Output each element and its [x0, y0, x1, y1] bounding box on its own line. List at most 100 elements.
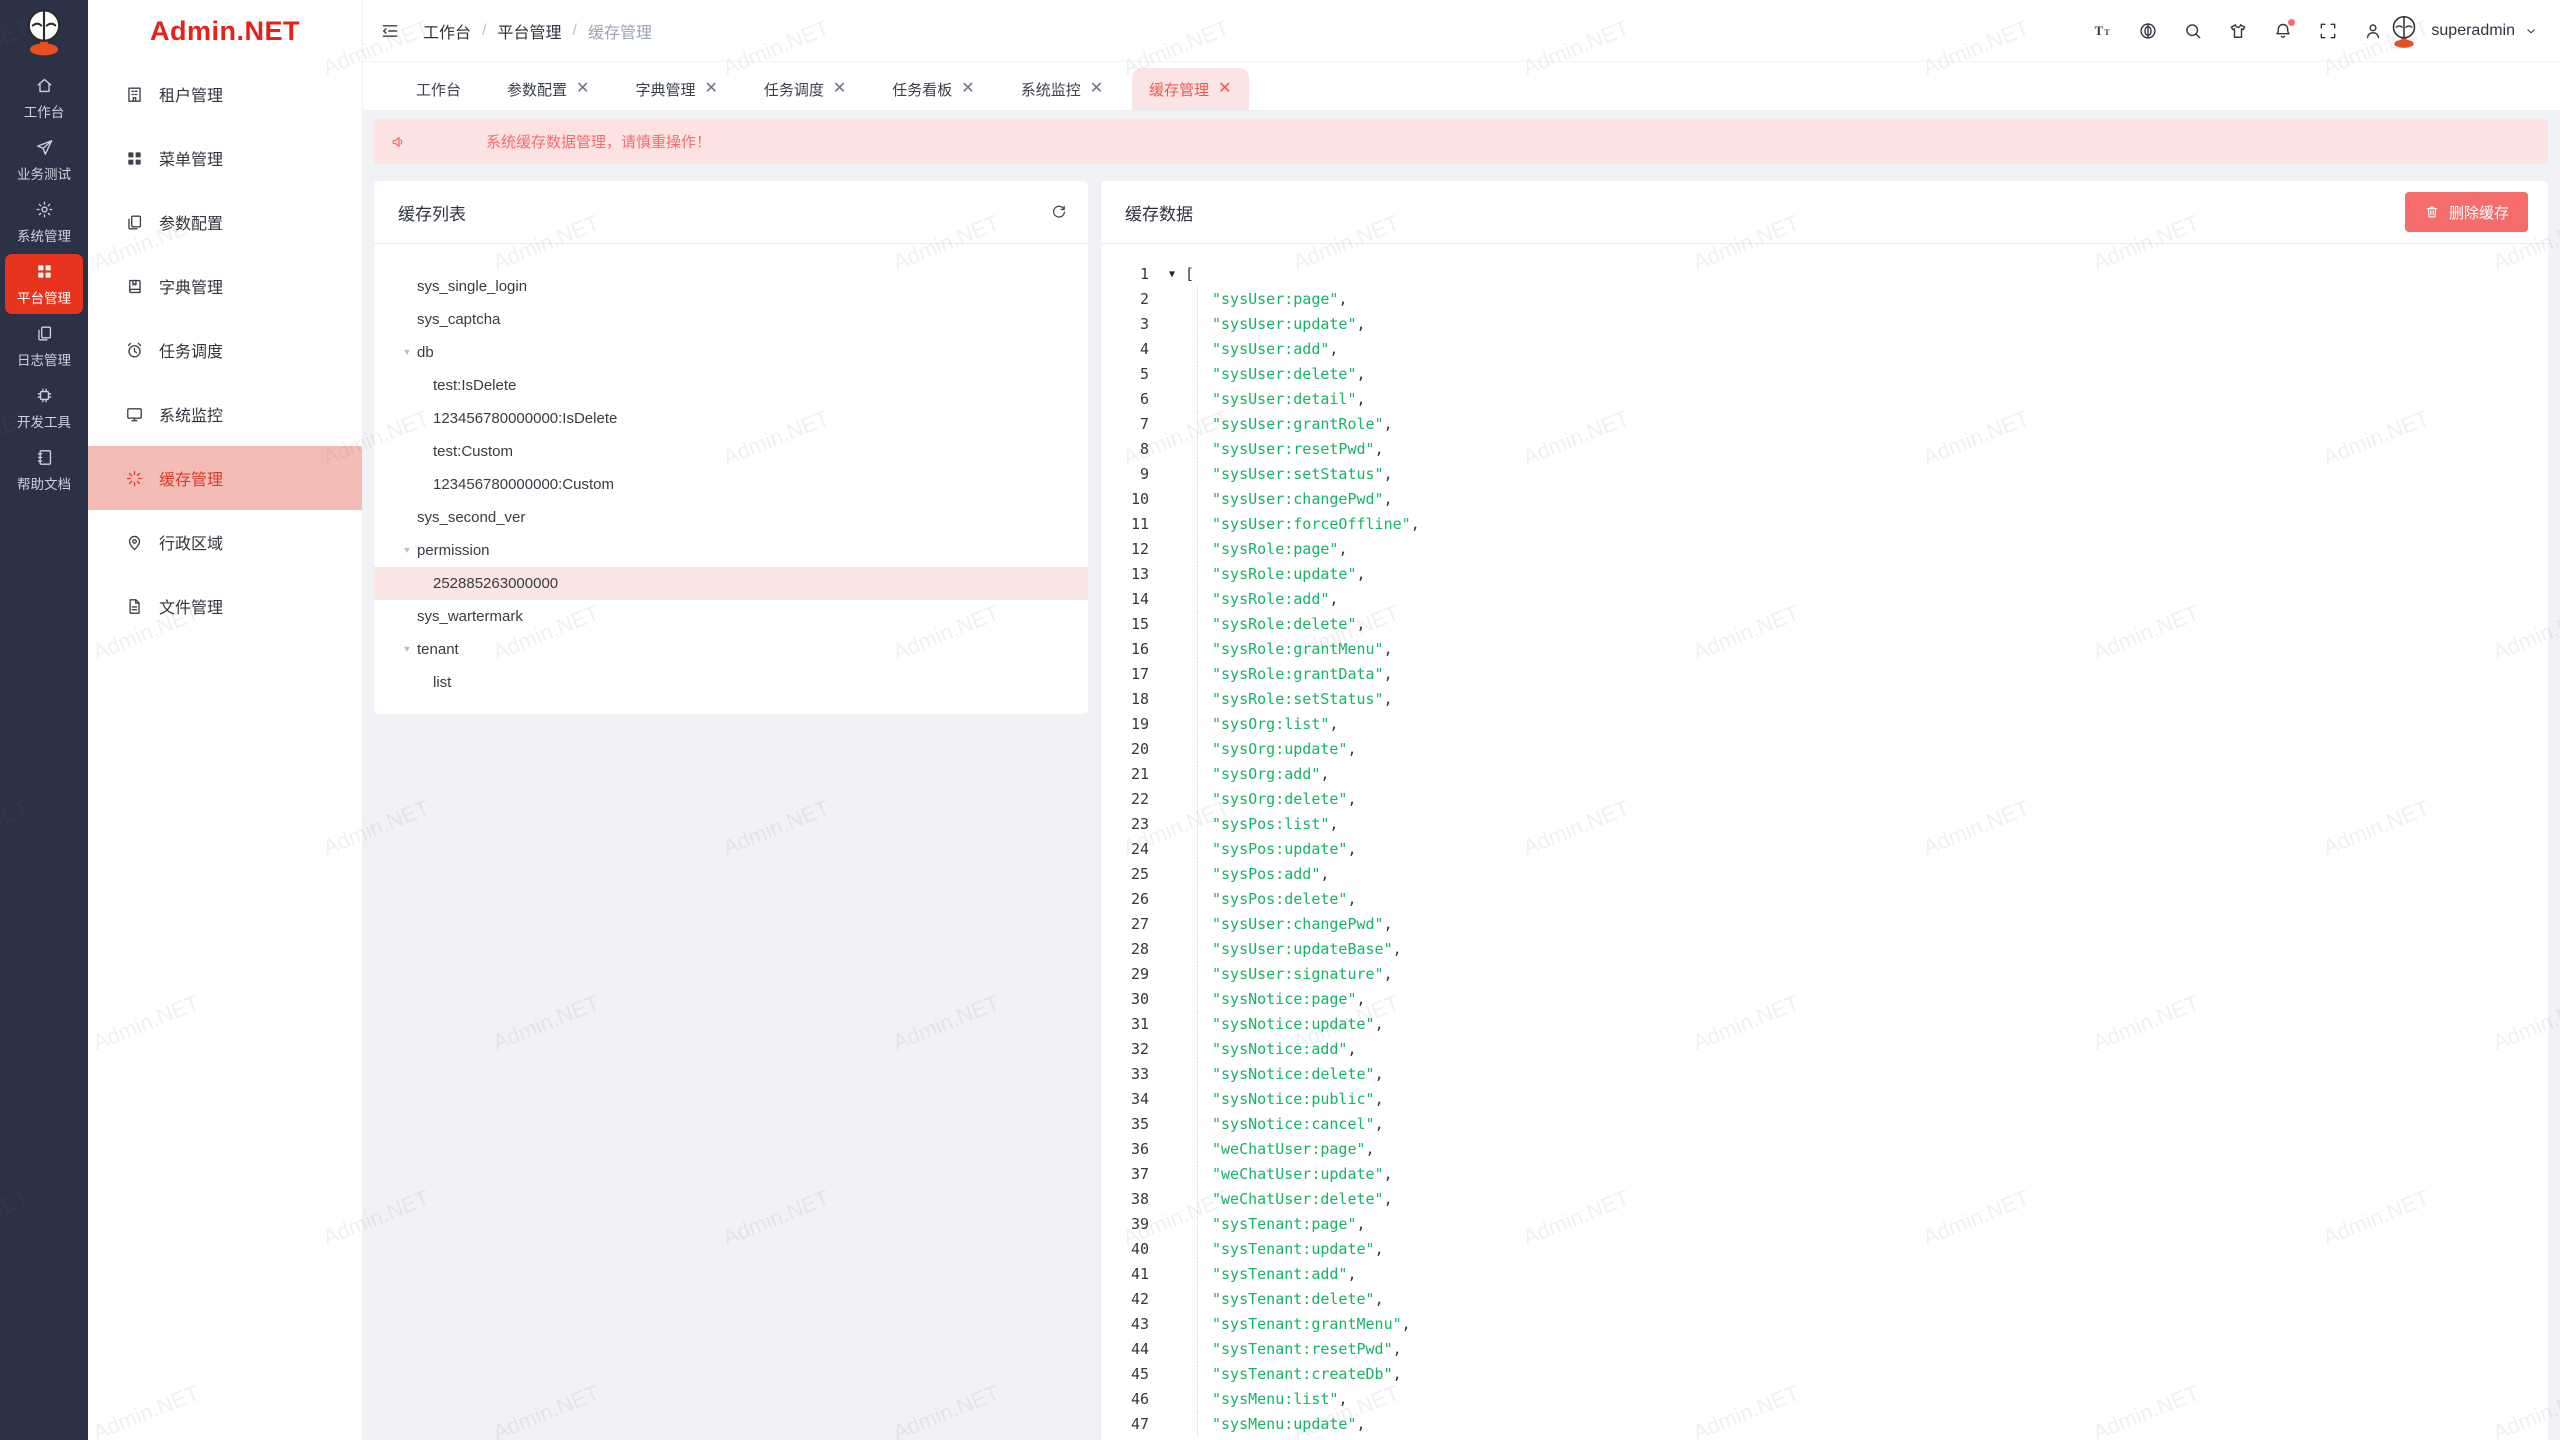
rail-item-log-manage[interactable]: 日志管理: [5, 316, 83, 376]
line-number: 44: [1101, 1337, 1149, 1362]
svg-text:T: T: [2095, 24, 2104, 38]
code-line: 7"sysUser:grantRole",: [1101, 412, 2548, 437]
tab-label: 参数配置: [507, 79, 567, 100]
tree-node[interactable]: sys_wartermark: [374, 600, 1088, 633]
chevron-down-icon: [2524, 24, 2538, 38]
sidebar-item-label: 文件管理: [159, 594, 223, 618]
sidebar-item-dict-manage[interactable]: 字典管理: [88, 254, 362, 318]
caret-down-icon[interactable]: ▾: [396, 545, 419, 556]
tree-node[interactable]: 123456780000000:IsDelete: [374, 402, 1088, 435]
tab-dict-manage[interactable]: 字典管理✕: [618, 68, 734, 110]
tab-label: 任务看板: [892, 79, 952, 100]
menu-grid-icon: [125, 149, 144, 168]
line-number: 42: [1101, 1287, 1149, 1312]
sidebar-item-param-config[interactable]: 参数配置: [88, 190, 362, 254]
collapse-caret-icon[interactable]: ▼: [1169, 262, 1185, 287]
menu-collapse-icon[interactable]: [380, 21, 400, 41]
speaker-icon: [390, 133, 408, 151]
tree-node[interactable]: test:Custom: [374, 435, 1088, 468]
profile-button[interactable]: [2363, 21, 2383, 41]
search-button[interactable]: [2183, 21, 2203, 41]
line-number: 6: [1101, 387, 1149, 412]
json-entry: "sysTenant:grantMenu",: [1197, 1312, 1411, 1337]
caret-down-icon[interactable]: ▾: [396, 347, 419, 358]
tab-close-icon[interactable]: ✕: [833, 81, 846, 97]
refresh-icon[interactable]: [1050, 203, 1068, 221]
theme-button[interactable]: [2228, 21, 2248, 41]
sidebar-item-tenant-manage[interactable]: 租户管理: [88, 62, 362, 126]
user-menu[interactable]: superadmin: [2386, 13, 2538, 49]
line-number: 29: [1101, 962, 1149, 987]
gear-icon: [35, 200, 54, 219]
cache-data-header: 缓存数据 删除缓存: [1101, 181, 2548, 244]
code-line: 34"sysNotice:public",: [1101, 1087, 2548, 1112]
line-number: 43: [1101, 1312, 1149, 1337]
rail-item-workbench[interactable]: 工作台: [5, 68, 83, 128]
tab-workbench[interactable]: 工作台: [399, 68, 478, 110]
tab-param-config[interactable]: 参数配置 ✕: [490, 68, 606, 110]
tab-bar: 工作台参数配置✕字典管理✕任务调度✕任务看板✕系统监控✕缓存管理✕: [363, 62, 2560, 111]
sidebar-item-admin-region[interactable]: 行政区域: [88, 510, 362, 574]
tab-job-board[interactable]: 任务看板 ✕: [875, 68, 991, 110]
rail-item-label: 系统管理: [17, 225, 71, 245]
line-number: 5: [1101, 362, 1149, 387]
sidebar-item-cache-manage[interactable]: 缓存管理: [88, 446, 362, 510]
delete-cache-button[interactable]: 删除缓存: [2405, 192, 2528, 232]
sidebar-item-job-schedule[interactable]: 任务调度: [88, 318, 362, 382]
sidebar-item-sys-monitor[interactable]: 系统监控: [88, 382, 362, 446]
breadcrumb-item[interactable]: 平台管理: [497, 19, 561, 43]
warning-text: 系统缓存数据管理，请慎重操作！: [486, 131, 711, 152]
language-button[interactable]: [2138, 21, 2158, 41]
breadcrumb-item[interactable]: 工作台: [423, 19, 471, 43]
tree-node[interactable]: ▾db: [374, 336, 1088, 369]
code-line: 41"sysTenant:add",: [1101, 1262, 2548, 1287]
rail-item-business-test[interactable]: 业务测试: [5, 130, 83, 190]
tree-node[interactable]: sys_second_ver: [374, 501, 1088, 534]
fullscreen-button[interactable]: [2318, 21, 2338, 41]
rail-item-dev-tools[interactable]: 开发工具: [5, 378, 83, 438]
code-line: 22"sysOrg:delete",: [1101, 787, 2548, 812]
tab-close-icon[interactable]: ✕: [1090, 81, 1103, 97]
breadcrumb-separator: /: [572, 22, 576, 40]
tab-sys-monitor[interactable]: 系统监控✕: [1004, 68, 1120, 110]
font-size-icon: TT: [2093, 21, 2113, 41]
code-line: 45"sysTenant:createDb",: [1101, 1362, 2548, 1387]
json-entry: "sysUser:signature",: [1197, 962, 1393, 987]
line-number: 47: [1101, 1412, 1149, 1437]
tab-job-schedule[interactable]: 任务调度✕: [747, 68, 863, 110]
rail-item-label: 帮助文档: [17, 473, 71, 493]
rail-item-system-manage[interactable]: 系统管理: [5, 192, 83, 252]
app-logo[interactable]: [18, 0, 70, 62]
bell-button[interactable]: [2273, 21, 2293, 41]
rail-item-platform-manage[interactable]: 平台管理: [5, 254, 83, 314]
tree-node[interactable]: ▾permission: [374, 534, 1088, 567]
language-icon: [2138, 21, 2158, 41]
rail-item-help-docs[interactable]: 帮助文档: [5, 440, 83, 500]
json-entry: "sysPos:list",: [1197, 812, 1338, 837]
caret-down-icon[interactable]: ▾: [396, 644, 419, 655]
spinner-icon: [125, 469, 144, 488]
json-entry: "sysNotice:cancel",: [1197, 1112, 1384, 1137]
tree-node[interactable]: sys_single_login: [374, 270, 1088, 303]
line-number: 9: [1101, 462, 1149, 487]
tree-node[interactable]: 252885263000000: [374, 567, 1088, 600]
notification-badge: [2287, 18, 2296, 27]
sidebar-item-menu-manage[interactable]: 菜单管理: [88, 126, 362, 190]
tab-close-icon[interactable]: ✕: [576, 81, 589, 97]
top-header: 工作台/平台管理/缓存管理 TT superadmin: [363, 0, 2560, 62]
tree-node[interactable]: ▾tenant: [374, 633, 1088, 666]
tree-node[interactable]: test:IsDelete: [374, 369, 1088, 402]
tab-close-icon[interactable]: ✕: [961, 81, 974, 97]
sidebar-item-file-manage[interactable]: 文件管理: [88, 574, 362, 638]
json-bracket: [: [1185, 262, 1194, 287]
code-line: 16"sysRole:grantMenu",: [1101, 637, 2548, 662]
tree-node[interactable]: 123456780000000:Custom: [374, 468, 1088, 501]
tree-node[interactable]: list: [374, 666, 1088, 699]
font-size-button[interactable]: TT: [2093, 21, 2113, 41]
line-number: 25: [1101, 862, 1149, 887]
tab-close-icon[interactable]: ✕: [704, 81, 717, 97]
tab-close-icon[interactable]: ✕: [1218, 81, 1231, 97]
code-line: 24"sysPos:update",: [1101, 837, 2548, 862]
tree-node[interactable]: sys_captcha: [374, 303, 1088, 336]
tab-cache-manage[interactable]: 缓存管理✕: [1132, 68, 1248, 110]
